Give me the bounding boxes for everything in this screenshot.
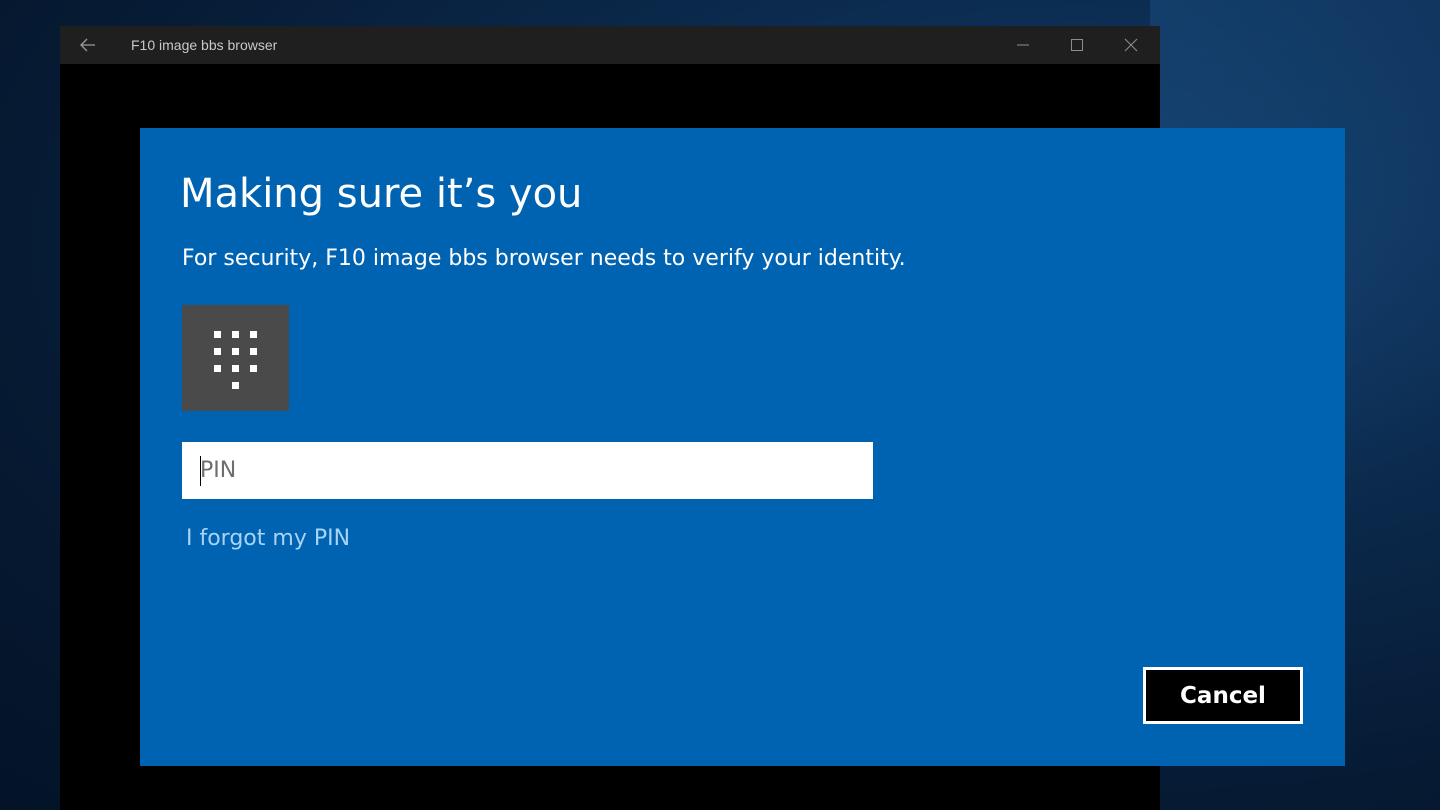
text-caret <box>200 456 201 486</box>
maximize-button[interactable] <box>1050 26 1104 64</box>
pin-input[interactable] <box>182 442 873 499</box>
maximize-icon <box>1071 39 1083 51</box>
window-title: F10 image bbs browser <box>131 37 278 53</box>
arrow-left-icon[interactable] <box>74 32 102 58</box>
close-button[interactable] <box>1104 26 1158 64</box>
pin-keypad-tile <box>182 305 289 411</box>
pin-keypad-icon <box>214 331 257 389</box>
forgot-pin-link[interactable]: I forgot my PIN <box>186 523 350 555</box>
identity-verification-dialog: Making sure it’s you For security, F10 i… <box>140 128 1345 766</box>
close-icon <box>1124 38 1138 52</box>
titlebar: F10 image bbs browser <box>60 26 1160 64</box>
desktop-background: F10 image bbs browser Making sure it’s y… <box>0 0 1440 810</box>
dialog-subtitle: For security, F10 image bbs browser need… <box>182 246 906 271</box>
dialog-title: Making sure it’s you <box>180 171 583 217</box>
minimize-icon <box>1017 44 1029 46</box>
cancel-button[interactable]: Cancel <box>1143 667 1303 724</box>
minimize-button[interactable] <box>996 26 1050 64</box>
